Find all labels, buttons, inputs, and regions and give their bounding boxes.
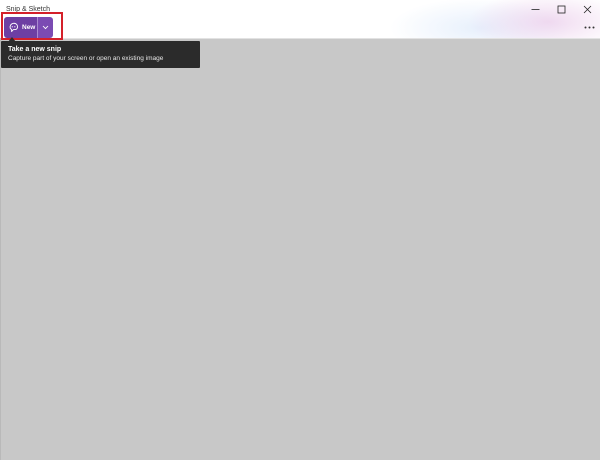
minimize-icon <box>531 8 539 10</box>
more-options-button[interactable] <box>582 22 596 32</box>
maximize-icon <box>557 5 565 13</box>
maximize-button[interactable] <box>548 0 574 18</box>
snip-sketch-window: Snip & Sketch New Take a new snip Captur… <box>0 0 600 460</box>
title-bar: Snip & Sketch New <box>0 0 600 39</box>
minimize-button[interactable] <box>522 0 548 18</box>
tooltip-title: Take a new snip <box>8 46 62 53</box>
more-icon <box>584 26 594 28</box>
new-snip-tooltip: Take a new snip Capture part of your scr… <box>1 41 200 68</box>
close-button[interactable] <box>574 0 600 18</box>
close-icon <box>583 5 591 13</box>
new-button-highlight <box>1 12 63 40</box>
window-left-border <box>0 38 1 460</box>
window-controls <box>522 0 600 18</box>
tooltip-description: Capture part of your screen or open an e… <box>8 55 164 62</box>
